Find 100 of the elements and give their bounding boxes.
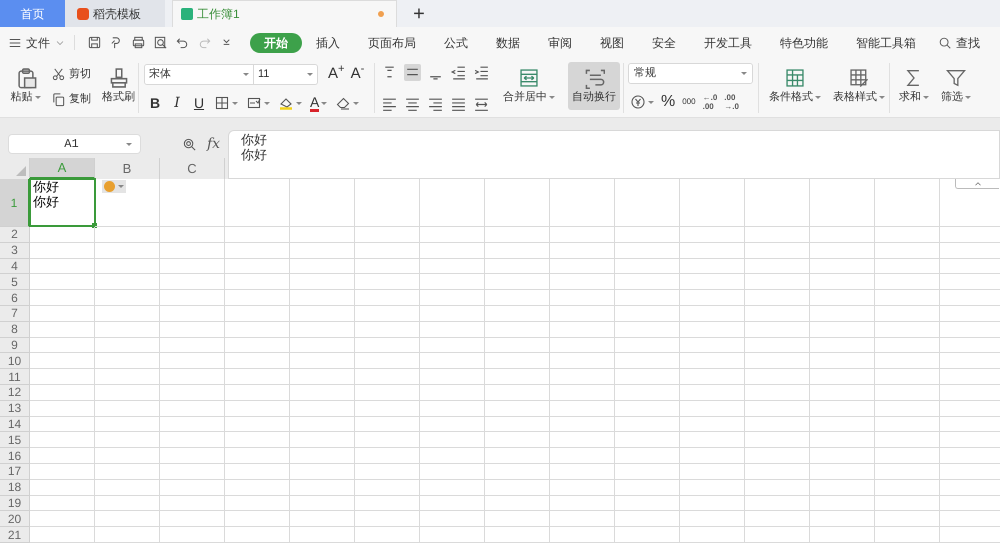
row-header[interactable]: 18: [0, 480, 30, 496]
tab[interactable]: 稻壳模板: [65, 0, 165, 27]
row-header[interactable]: 12: [0, 384, 30, 401]
name-box[interactable]: A1: [8, 134, 141, 154]
format-painter-button[interactable]: 格式刷: [99, 62, 138, 110]
row-header[interactable]: 2: [0, 227, 30, 243]
justify-icon[interactable]: [450, 96, 467, 113]
dropdown-arrow-icon[interactable]: [353, 102, 360, 104]
table-style-icon: [848, 67, 870, 89]
dropdown-arrow-icon[interactable]: [264, 102, 270, 104]
merge-cells-icon: [518, 67, 540, 89]
new-tab-button[interactable]: +: [397, 0, 441, 27]
row-header[interactable]: 9: [0, 338, 30, 354]
filter-button[interactable]: 筛选: [938, 62, 974, 110]
align-middle-icon[interactable]: [404, 64, 421, 81]
ribbon-tab[interactable]: 特色功能: [766, 32, 842, 52]
increase-indent-icon[interactable]: [473, 64, 490, 81]
search-icon[interactable]: [938, 36, 952, 50]
percent-button[interactable]: %: [661, 90, 676, 114]
row-header[interactable]: 11: [0, 369, 30, 385]
merge-center-button[interactable]: 合并居中: [500, 62, 558, 110]
formula-bar[interactable]: 你好 你好: [228, 130, 1000, 179]
grow-font-button[interactable]: A$^{+}$: [328, 63, 345, 86]
format-icon[interactable]: [246, 95, 262, 111]
copy-button[interactable]: 复制: [51, 88, 92, 110]
dropdown-arrow-icon[interactable]: [232, 102, 238, 104]
file-menu[interactable]: 文件: [26, 34, 50, 52]
row-header[interactable]: 20: [0, 511, 30, 528]
cut-button[interactable]: 剪切: [51, 64, 92, 86]
zoom-icon[interactable]: [182, 136, 197, 152]
paste-button[interactable]: 粘贴: [8, 62, 44, 110]
wrap-text-button[interactable]: 自动换行: [568, 62, 620, 110]
search-link[interactable]: 查找: [956, 34, 980, 52]
ribbon-tab[interactable]: 数据: [482, 32, 534, 52]
dropdown-arrow-icon[interactable]: [296, 102, 302, 104]
row-header[interactable]: 4: [0, 258, 30, 274]
row-header[interactable]: 10: [0, 353, 30, 370]
align-center-icon[interactable]: [404, 96, 421, 113]
warning-icon: [104, 181, 115, 192]
number-format-select[interactable]: 常规: [628, 63, 753, 84]
row-header[interactable]: 7: [0, 306, 30, 322]
scissors-icon: [51, 67, 66, 82]
row-header[interactable]: 16: [0, 448, 30, 464]
column-header[interactable]: C: [160, 158, 225, 179]
eraser-icon[interactable]: [335, 95, 352, 111]
ribbon-tab[interactable]: 视图: [586, 32, 638, 52]
row-header[interactable]: 13: [0, 400, 30, 417]
dropdown-arrow-icon[interactable]: [648, 100, 654, 104]
currency-icon[interactable]: [630, 94, 646, 110]
save-icon[interactable]: [87, 35, 102, 50]
ribbon-tab[interactable]: 安全: [638, 32, 690, 52]
row-header[interactable]: 14: [0, 416, 30, 432]
row-header[interactable]: 8: [0, 322, 30, 338]
decrease-indent-icon[interactable]: [450, 64, 467, 81]
font-name-select[interactable]: 宋体: [144, 64, 254, 85]
ribbon-tab[interactable]: 公式: [430, 32, 482, 52]
font-size-select[interactable]: 11: [254, 64, 318, 85]
italic-button[interactable]: I: [170, 92, 184, 114]
font-color-button[interactable]: A: [310, 94, 320, 112]
fill-handle[interactable]: [92, 223, 97, 228]
collapse-button[interactable]: [955, 179, 999, 189]
increase-decimal-line[interactable]: ←.0: [702, 93, 718, 102]
table-style-button[interactable]: 表格样式: [829, 62, 889, 110]
error-check-button[interactable]: [102, 180, 126, 193]
decrease-decimal-line[interactable]: →.0: [724, 102, 739, 111]
shrink-font-button[interactable]: A$^{-}$: [350, 63, 364, 86]
print-icon[interactable]: [131, 35, 146, 50]
column-header[interactable]: B: [95, 158, 160, 179]
dropdown-arrow-icon[interactable]: [321, 102, 328, 104]
print-preview-icon[interactable]: [153, 35, 168, 50]
ribbon-tab[interactable]: 智能工具箱: [842, 32, 930, 52]
distributed-icon[interactable]: [473, 96, 490, 113]
function-button[interactable]: fx: [207, 134, 220, 154]
align-right-icon[interactable]: [427, 96, 444, 113]
selected-cell[interactable]: 你好 你好: [29, 178, 96, 227]
tab-label: 工作簿1: [197, 6, 241, 23]
increase-decimal-line[interactable]: .00: [702, 102, 718, 111]
bold-button[interactable]: B: [148, 92, 162, 114]
tab[interactable]: 工作簿1: [172, 0, 397, 27]
row-header[interactable]: 3: [0, 242, 30, 259]
row-header[interactable]: 21: [0, 527, 30, 543]
ribbon-tab[interactable]: 插入: [302, 32, 354, 52]
thousands-button[interactable]: 000: [682, 98, 696, 106]
decrease-decimal-line[interactable]: .00: [724, 93, 739, 102]
ribbon-tab[interactable]: 审阅: [534, 32, 586, 52]
filter-icon: [945, 67, 967, 89]
sum-button[interactable]: 求和: [896, 62, 932, 110]
tab-label: 稻壳模板: [93, 6, 141, 22]
ribbon-tab[interactable]: 页面布局: [354, 32, 430, 52]
align-left-icon[interactable]: [381, 96, 398, 113]
borders-icon[interactable]: [214, 95, 230, 111]
underline-button[interactable]: U: [192, 92, 206, 114]
conditional-format-button[interactable]: 条件格式: [765, 62, 825, 110]
row-header[interactable]: 17: [0, 464, 30, 480]
row-header[interactable]: 5: [0, 274, 30, 290]
row-header[interactable]: 6: [0, 290, 30, 306]
ribbon-tab[interactable]: 开发工具: [690, 32, 766, 52]
brush-icon: [108, 67, 130, 89]
row-header[interactable]: 15: [0, 432, 30, 448]
row-header[interactable]: 19: [0, 496, 30, 512]
